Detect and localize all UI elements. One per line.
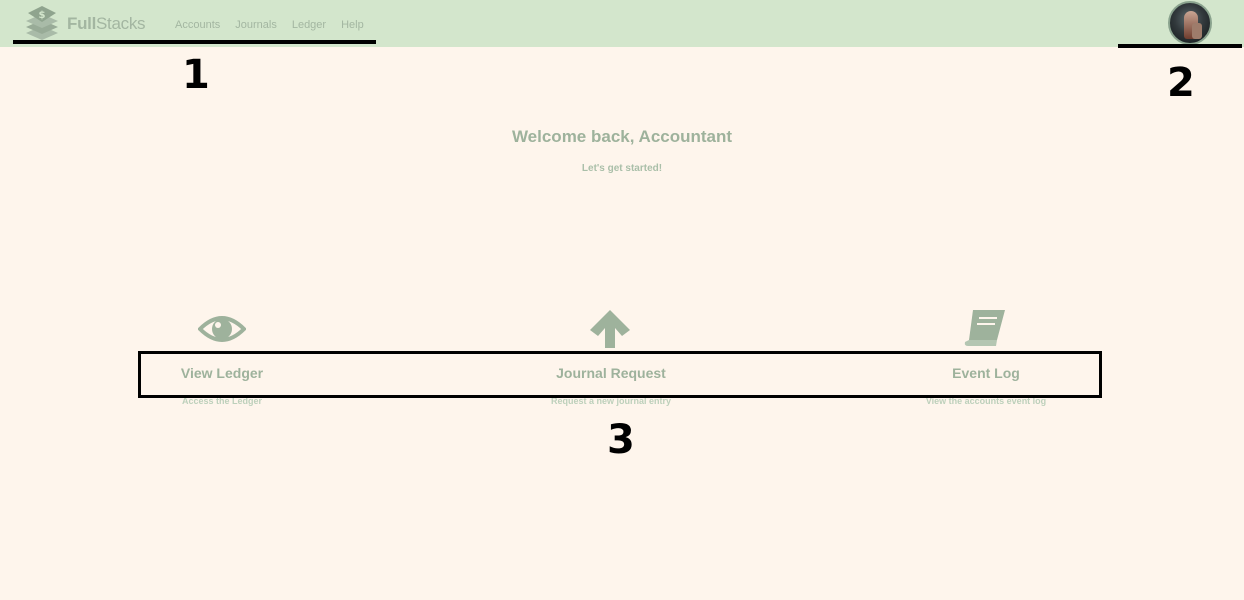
logo-icon[interactable]: $ [24, 4, 60, 42]
avatar[interactable] [1168, 1, 1212, 45]
nav-links: Accounts Journals Ledger Help [175, 19, 379, 31]
eye-icon [198, 316, 246, 342]
callout-2-underline [1118, 44, 1242, 48]
welcome-subtitle: Let's get started! [581, 163, 663, 174]
book-icon [964, 310, 1005, 346]
nav-journals[interactable]: Journals [235, 19, 277, 31]
brand-name-rest: Stacks [96, 14, 146, 33]
callout-3: 3 [607, 417, 635, 463]
callout-1-underline [13, 40, 376, 44]
callout-2: 2 [1167, 60, 1195, 106]
nav-help[interactable]: Help [341, 19, 364, 31]
avatar-figure-detail [1192, 23, 1202, 39]
welcome-title: Welcome back, Accountant [511, 127, 733, 146]
arrow-up-icon [590, 310, 630, 348]
brand-logo[interactable]: FullStacks [67, 14, 146, 34]
nav-ledger[interactable]: Ledger [292, 19, 326, 31]
callout-1: 1 [182, 52, 210, 98]
svg-text:$: $ [39, 10, 46, 21]
brand-name-bold: Full [67, 14, 97, 33]
nav-accounts[interactable]: Accounts [175, 19, 220, 31]
callout-3-box [138, 351, 1102, 398]
